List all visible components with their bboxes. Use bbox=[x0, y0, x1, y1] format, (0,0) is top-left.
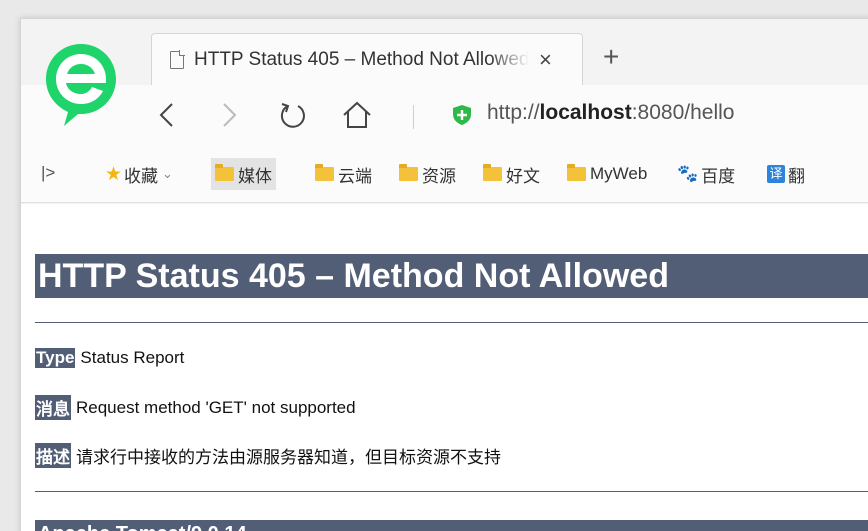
back-button[interactable] bbox=[149, 95, 185, 135]
sidebar-toggle-button[interactable]: |> bbox=[41, 163, 55, 183]
bookmark-item[interactable]: MyWeb bbox=[563, 158, 651, 190]
bookmark-item[interactable]: 媒体 bbox=[211, 158, 276, 190]
bookmark-label: 云端 bbox=[338, 166, 372, 186]
navigation-bar: http://localhost:8080/hello bbox=[21, 85, 868, 145]
nav-separator bbox=[413, 105, 414, 129]
row-text: 请求行中接收的方法由源服务器知道，但目标资源不支持 bbox=[76, 448, 501, 467]
tab-title: HTTP Status 405 – Method Not Allowed bbox=[194, 48, 529, 70]
bookmark-label: 媒体 bbox=[238, 166, 272, 186]
tab-active[interactable]: HTTP Status 405 – Method Not Allowed × bbox=[151, 33, 583, 85]
bookmark-label: 好文 bbox=[506, 166, 540, 186]
page-content: HTTP Status 405 – Method Not Allowed Typ… bbox=[21, 204, 868, 531]
url-scheme: http:// bbox=[487, 101, 540, 124]
info-row: 消息 Request method 'GET' not supported bbox=[35, 395, 356, 420]
browser-window: HTTP Status 405 – Method Not Allowed × +… bbox=[20, 18, 868, 531]
server-footer: Apache Tomcat/9.0.14 bbox=[35, 520, 868, 531]
folder-icon bbox=[215, 164, 234, 181]
row-label: 描述 bbox=[35, 443, 71, 468]
close-icon[interactable]: × bbox=[539, 48, 552, 71]
reload-button[interactable] bbox=[273, 95, 313, 135]
bookmark-item[interactable]: 好文 bbox=[479, 158, 544, 190]
paw-icon: 🐾 bbox=[677, 164, 699, 183]
folder-icon bbox=[567, 164, 586, 181]
row-text: Status Report bbox=[80, 348, 185, 367]
page-title: HTTP Status 405 – Method Not Allowed bbox=[35, 254, 868, 298]
bookmark-item[interactable]: 译 翻 bbox=[763, 158, 809, 190]
bookmark-item[interactable]: 资源 bbox=[395, 158, 460, 190]
row-label: 消息 bbox=[35, 395, 71, 420]
row-text: Request method 'GET' not supported bbox=[76, 397, 356, 417]
folder-icon bbox=[399, 164, 418, 181]
url-path: :8080/hello bbox=[631, 101, 735, 124]
bookmarks-bar: |> ★ 收藏 ⌄ 媒体 云端 资源 好文 MyWeb 🐾 百度 译 翻 bbox=[21, 145, 868, 203]
reload-icon bbox=[280, 103, 305, 128]
bookmark-label: MyWeb bbox=[590, 164, 648, 183]
star-icon: ★ bbox=[105, 163, 123, 185]
bookmark-label: 资源 bbox=[422, 166, 456, 186]
divider bbox=[35, 491, 868, 492]
info-row: Type Status Report bbox=[35, 348, 184, 368]
bookmark-item[interactable]: 云端 bbox=[311, 158, 376, 190]
chevron-left-icon bbox=[159, 103, 173, 127]
translate-icon: 译 bbox=[767, 165, 785, 183]
url-host: localhost bbox=[539, 101, 632, 124]
chevron-down-icon: ⌄ bbox=[162, 166, 173, 181]
divider bbox=[35, 322, 868, 323]
info-row: 描述 请求行中接收的方法由源服务器知道，但目标资源不支持 bbox=[35, 443, 501, 468]
row-label: Type bbox=[35, 348, 76, 368]
bookmark-label: 翻 bbox=[788, 166, 805, 186]
shield-icon bbox=[453, 105, 471, 125]
folder-icon bbox=[315, 164, 334, 181]
favorites-menu[interactable]: ★ 收藏 ⌄ bbox=[101, 158, 177, 190]
home-icon bbox=[343, 101, 371, 128]
browser-logo-icon bbox=[46, 44, 116, 126]
chevron-right-icon bbox=[223, 103, 237, 127]
page-icon bbox=[170, 50, 185, 69]
folder-icon bbox=[483, 164, 502, 181]
bookmark-label: 百度 bbox=[701, 166, 736, 186]
tab-strip: HTTP Status 405 – Method Not Allowed × + bbox=[21, 19, 868, 85]
favorites-label: 收藏 bbox=[124, 166, 159, 186]
forward-button[interactable] bbox=[211, 95, 247, 135]
new-tab-button[interactable]: + bbox=[603, 41, 619, 73]
address-bar[interactable]: http://localhost:8080/hello bbox=[487, 101, 734, 125]
home-button[interactable] bbox=[337, 95, 377, 135]
bookmark-item[interactable]: 🐾 百度 bbox=[673, 158, 739, 190]
